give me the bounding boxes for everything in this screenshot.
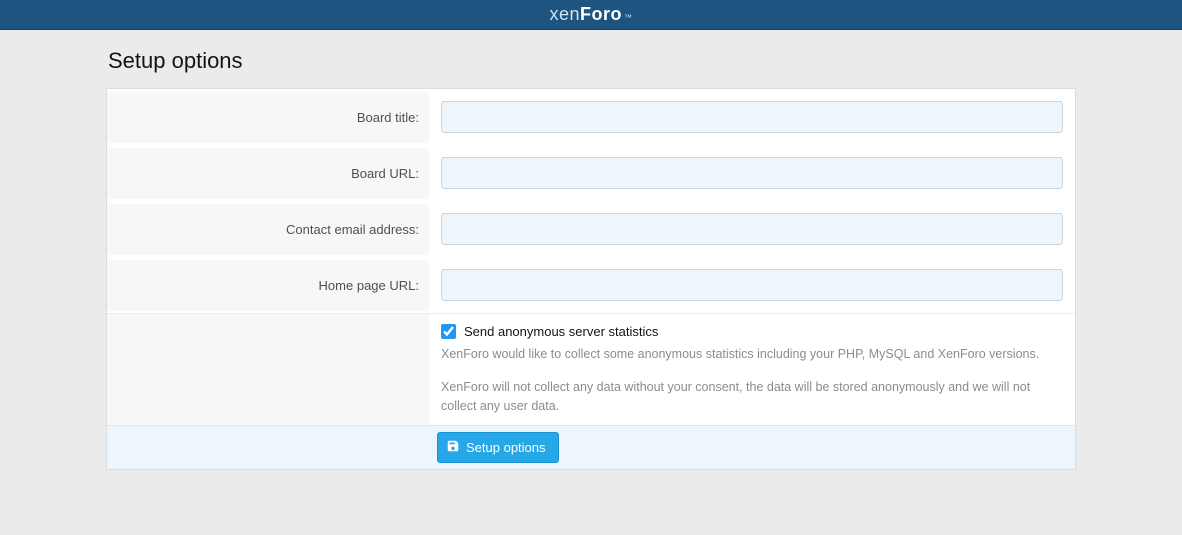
topbar: xenForo™	[0, 0, 1182, 30]
row-board-title: Board title:	[107, 89, 1075, 145]
page-container: Setup options Board title: Board URL: Co…	[106, 30, 1076, 510]
stats-hint-1: XenForo would like to collect some anony…	[441, 345, 1063, 364]
brand-part2: Foro	[580, 4, 622, 25]
board-title-input[interactable]	[441, 101, 1063, 133]
brand-part1: xen	[549, 4, 580, 25]
send-stats-checkbox[interactable]	[441, 324, 456, 339]
row-contact-email: Contact email address:	[107, 201, 1075, 257]
row-board-url: Board URL:	[107, 145, 1075, 201]
label-board-url: Board URL:	[107, 148, 429, 199]
stats-hint-2: XenForo will not collect any data withou…	[441, 378, 1063, 416]
label-home-page-url: Home page URL:	[107, 260, 429, 311]
submit-label: Setup options	[466, 440, 546, 455]
brand-logo: xenForo™	[549, 4, 632, 25]
form-footer: Setup options	[107, 425, 1075, 469]
row-stats: Send anonymous server statistics XenForo…	[107, 313, 1075, 425]
row-home-page-url: Home page URL:	[107, 257, 1075, 313]
setup-options-button[interactable]: Setup options	[437, 432, 559, 463]
setup-panel: Board title: Board URL: Contact email ad…	[106, 88, 1076, 470]
send-stats-label[interactable]: Send anonymous server statistics	[464, 324, 658, 339]
label-board-title: Board title:	[107, 92, 429, 143]
label-stats-spacer	[107, 313, 429, 425]
brand-tm: ™	[624, 13, 633, 22]
page-title: Setup options	[106, 48, 1076, 74]
board-url-input[interactable]	[441, 157, 1063, 189]
home-page-url-input[interactable]	[441, 269, 1063, 301]
save-icon	[446, 439, 460, 456]
contact-email-input[interactable]	[441, 213, 1063, 245]
label-contact-email: Contact email address:	[107, 204, 429, 255]
